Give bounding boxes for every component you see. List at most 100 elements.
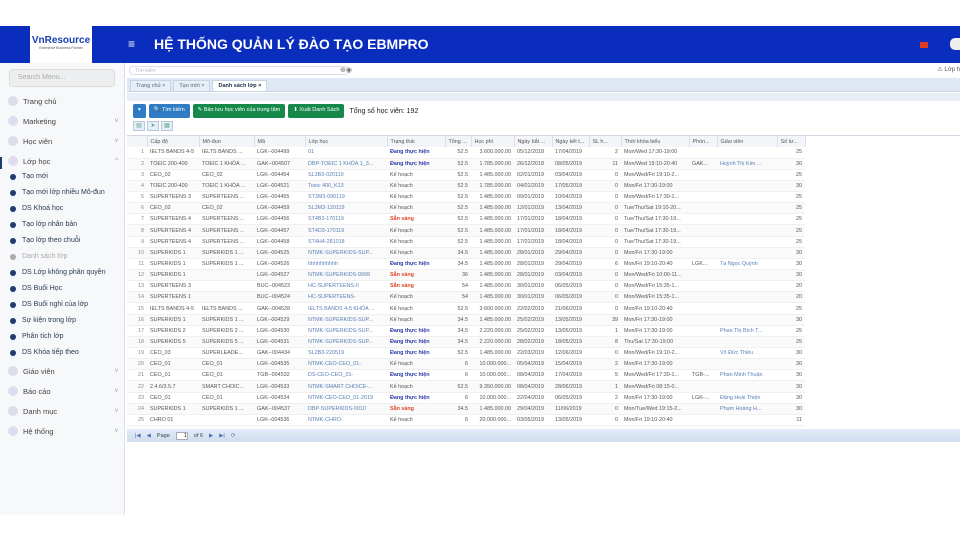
table-row[interactable]: 19 CEO_03 SUPERLEADE... GAK--004434 SL2B3-22… [127,347,805,360]
table-row[interactable]: 8 SUPERTEENS 4 SUPERTEENS ... LGK--004457 ST… [127,224,805,237]
sidebar-subitem[interactable]: Phân tích lớp [10,333,64,340]
class-link[interactable]: ST3M3-090119 [305,191,387,204]
search-button[interactable]: 🔍 Tìm kiếm [148,104,190,118]
class-link[interactable]: NTMK-SUPERKIDS-SUP... [305,314,387,326]
table-row[interactable]: 21 CEO_01 CEO_01 TGB--004532 DS-CEO-CEO_01- Đ… [127,369,805,382]
table-row[interactable]: 12 SUPERKIDS 1 LGK--004527 NTMK-SUPERKIDS-9… [127,269,805,282]
column-header[interactable]: Giáo viên [717,136,778,147]
class-link[interactable]: Toeic 400_K13 [305,180,387,193]
sidebar-item[interactable]: Lớp học ^ [8,156,118,166]
search-icon[interactable]: ⊕◉ [340,66,352,74]
class-link[interactable]: HC-SUPERTEENS- [305,291,387,304]
sidebar-subitem[interactable]: Tạo mới lớp nhiều Mô-đun [10,189,105,196]
table-row[interactable]: 7 SUPERTEENS 4 SUPERTEENS ... LGK--004456 ST… [127,213,805,226]
column-header[interactable]: Mã [254,136,306,147]
sidebar-item[interactable]: Trang chủ [8,96,118,106]
columns-icon[interactable]: ▦ [161,121,173,131]
search-menu-input[interactable]: Search Menu... [9,69,115,87]
sidebar-subitem[interactable]: DS Lớp không phân quyền [10,269,106,276]
class-link[interactable]: 01 [305,147,387,159]
class-link[interactable]: NTMK-SUPERKIDS-9999 [305,269,387,282]
class-link[interactable]: DS-CEO-CEO_01- [305,369,387,382]
class-link[interactable]: NTMK-SMART CHOICE-... [305,380,387,393]
tab-class-list[interactable]: Danh sách lớp × [212,80,268,91]
language-flag-icon[interactable] [920,42,928,48]
sidebar-item[interactable]: Học viên v [8,136,118,146]
table-row[interactable]: 9 SUPERTEENS 4 SUPERTEENS ... LGK--004458 ST… [127,236,805,248]
column-header[interactable]: Cấp độ [147,136,200,147]
table-row[interactable]: 20 CEO_01 CEO_01 LGK--004535 NTMK-CEO-CEO_01… [127,358,805,371]
column-header[interactable]: Thời khóa biểu [621,136,690,147]
sidebar-subitem[interactable]: Tạo mới [10,173,48,180]
column-header[interactable]: Học phí [471,136,515,147]
send-icon[interactable]: ➤ [147,121,159,131]
table-row[interactable]: 18 SUPERKIDS 5 SUPERKIDS 5 ... LGK--004531 N… [127,336,805,349]
class-link[interactable]: IELTS BANDS 4-5 KHÓA ... [305,302,387,315]
table-row[interactable]: 4 TOEIC 200-400 TOEIC 1 KHÓA ... LGK--00452… [127,180,805,193]
table-row[interactable]: 23 CEO_01 CEO_01 LGK--004534 NTMK-CEO-CEO_01… [127,392,805,404]
sidebar-item[interactable]: Báo cáo v [8,386,118,396]
class-link[interactable]: NTMK-SUPERKIDS-SUP... [305,247,387,259]
class-link[interactable]: HC-SUPERTEENS-II [305,280,387,293]
column-header[interactable]: Số lư... [777,136,806,147]
class-link[interactable]: NTMK-CEO-CEO_01- [305,358,387,371]
sidebar-item[interactable]: Danh mục v [8,406,118,416]
column-header[interactable]: Phòn... [689,136,718,147]
sidebar-subitem[interactable]: DS Buổi Học [10,285,62,292]
sidebar-subitem[interactable]: DS Buổi nghỉ của lớp [10,301,88,308]
prev-page-button[interactable]: ◀ [147,433,151,439]
search-input[interactable]: Tìm kiếm [129,66,349,75]
class-link[interactable]: NTMK-SUPERKIDS-SUP... [305,336,387,349]
sidebar-item[interactable]: Giáo viên v [8,366,118,376]
refresh-icon[interactable]: ⟳ [231,433,236,439]
column-header[interactable]: Lớp học [305,136,388,147]
table-row[interactable]: 25 CHRO 01 LGK--004536 NTMK-CHRO- Kế hoạch 6 2… [127,414,805,427]
table-row[interactable]: 16 SUPERKIDS 1 SUPERKIDS 1 ... LGK--004529 N… [127,314,805,326]
sidebar-subitem[interactable]: Tạo lớp nhân bản [10,221,77,228]
export-button[interactable]: ⬇ Xuất Danh Sách [288,104,345,118]
class-link[interactable]: NTMK-CEO-CEO_01-2019 [305,392,387,404]
page-input[interactable] [175,431,188,440]
class-link[interactable]: ST4H4-281018 [305,236,387,248]
class-link[interactable]: ST4D3-170119 [305,224,387,237]
right-link[interactable]: ⚠ Lớp h [937,66,960,73]
next-page-button[interactable]: ▶ [209,433,213,439]
dropdown-button[interactable]: ▾ [133,104,146,118]
table-row[interactable]: 13 SUPERTEENS 3 BUC--004523 HC-SUPERTEENS-I… [127,280,805,293]
table-row[interactable]: 24 SUPERKIDS 1 SUPERKIDS 1 ... GAK--004537 D… [127,403,805,415]
column-header[interactable] [127,136,148,147]
document-icon[interactable]: ▤ [133,121,145,131]
table-row[interactable]: 17 SUPERKIDS 2 SUPERKIDS 2 ... LGK--004530 N… [127,325,805,337]
last-page-button[interactable]: ▶| [219,433,225,439]
column-header[interactable]: SL h... [589,136,622,147]
class-link[interactable]: NTMK-CHRO- [305,414,387,427]
table-row[interactable]: 11 SUPERKIDS 1 SUPERKIDS 1 ... LGK--004526 h… [127,258,805,271]
tab-create[interactable]: Tạo mới × [173,80,211,91]
class-link[interactable]: SL3B3-020119 [305,169,387,181]
sidebar-item[interactable]: Hệ thống v [8,426,118,436]
table-row[interactable]: 5 SUPERTEENS 3 SUPERTEENS ... LGK--004455 ST… [127,191,805,204]
column-header[interactable]: Ngày bắt ... [514,136,553,147]
table-row[interactable]: 2 TOEIC 200-400 TOEIC 1 KHÓA ... GAK--00450… [127,158,805,170]
first-page-button[interactable]: |◀ [135,433,141,439]
table-row[interactable]: 10 SUPERKIDS 1 SUPERKIDS 1 ... LGK--004525 N… [127,247,805,259]
menu-toggle-icon[interactable]: ≡ [128,37,135,51]
column-header[interactable]: Trạng thái [387,136,446,147]
sidebar-subitem[interactable]: Danh sách lớp [10,253,67,260]
table-row[interactable]: 15 IELTS BANDS 4-5 IELTS BANDS ... GAK--004… [127,302,805,315]
sidebar-item[interactable]: Marketing v [8,116,118,126]
class-link[interactable]: SL3M3-120119 [305,202,387,215]
column-header[interactable]: Mô-đun [199,136,255,147]
table-row[interactable]: 14 SUPERTEENS 1 BUC--004524 HC-SUPERTEENS- K… [127,291,805,304]
sidebar-subitem[interactable]: DS Khoá học [10,205,63,212]
table-row[interactable]: 3 CEO_02 CEO_02 LGK--004454 SL3B3-020119 Kế h… [127,169,805,181]
class-link[interactable]: DBP-SUPERKIDS-0010 [305,403,387,415]
column-header[interactable]: Tổng ... [445,136,472,147]
table-row[interactable]: 22 2.4.6/3.5.7 SMART CHOIC... LGK--004533 NT… [127,380,805,393]
tab-home[interactable]: Trang chủ × [130,80,172,91]
sidebar-subitem[interactable]: Tạo lớp theo chuỗi [10,237,80,244]
class-link[interactable]: hhhhhhhhhh [305,258,387,271]
table-row[interactable]: 6 CEO_02 CEO_02 LGK--004459 SL3M3-120119 Kế h… [127,202,805,215]
class-link[interactable]: NTMK-SUPERKIDS-SUP... [305,325,387,337]
class-link[interactable]: DBP-TOEIC 1 KHÓA 1_3... [305,158,387,170]
